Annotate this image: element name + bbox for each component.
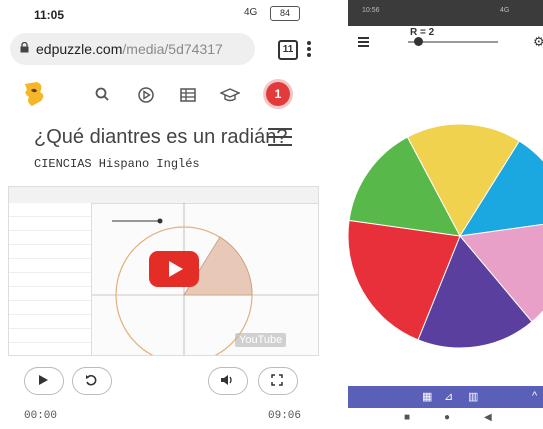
geogebra-algebra-panel: [9, 203, 92, 355]
pie-graphic: [348, 123, 543, 349]
search-icon[interactable]: [93, 85, 113, 105]
status-time: 11:05: [34, 8, 65, 22]
slider-label: R = 2: [410, 27, 435, 38]
url-path: /media/5d74317: [122, 41, 223, 57]
hamburger-menu-icon[interactable]: [268, 128, 292, 152]
page-title: ¿Qué diantres es un radián?: [34, 126, 288, 148]
chevron-up-icon[interactable]: ^: [532, 390, 537, 402]
replay-button[interactable]: [72, 367, 112, 395]
replay-icon: [86, 374, 97, 386]
back-icon[interactable]: ◀: [484, 412, 492, 423]
calculator-icon[interactable]: ▦: [422, 390, 432, 403]
edpuzzle-nav: 1: [0, 75, 325, 113]
slider-handle[interactable]: [414, 37, 423, 46]
right-phone-screen: 10:56 4G R = 2 ⚙ ▦ ⊿ ▥ ^ ■ ● ◀: [348, 0, 543, 429]
video-duration: 09:06: [268, 410, 302, 422]
notification-badge[interactable]: 1: [266, 82, 290, 106]
table-icon[interactable]: ▥: [468, 390, 478, 403]
home-icon[interactable]: ●: [444, 412, 450, 423]
network-indicator: 4G: [244, 7, 258, 18]
gear-icon[interactable]: ⚙: [533, 34, 543, 50]
status-bar: 10:56 4G: [348, 0, 543, 26]
shapes-icon[interactable]: ⊿: [444, 390, 453, 403]
tab-switcher-button[interactable]: 11: [278, 40, 298, 60]
page-subtitle: CIENCIAS Hispano Inglés: [34, 157, 200, 171]
network-indicator: 4G: [500, 7, 510, 14]
lock-icon: [20, 42, 29, 53]
fullscreen-icon: [271, 374, 283, 386]
volume-button[interactable]: [208, 367, 248, 395]
fullscreen-button[interactable]: [258, 367, 298, 395]
edpuzzle-logo-icon[interactable]: [22, 81, 46, 107]
video-player[interactable]: YouTube: [8, 186, 319, 356]
status-time: 10:56: [362, 7, 380, 14]
geogebra-bottom-toolbar: ▦ ⊿ ▥ ^: [348, 386, 543, 408]
graduation-cap-icon[interactable]: [220, 85, 240, 105]
play-button[interactable]: [24, 367, 64, 395]
recents-icon[interactable]: ■: [404, 412, 410, 423]
current-time: 00:00: [24, 410, 58, 422]
gradebook-icon[interactable]: [178, 85, 198, 105]
play-icon: [39, 375, 48, 385]
address-bar[interactable]: edpuzzle.com/media/5d74317: [10, 33, 255, 65]
more-options-icon[interactable]: [306, 40, 312, 58]
left-phone-screen: 11:05 4G 84 edpuzzle.com/media/5d74317 1…: [0, 0, 325, 429]
geogebra-topbar: R = 2 ⚙: [348, 26, 543, 54]
url-text: edpuzzle.com/media/5d74317: [36, 41, 246, 57]
android-nav-bar: ■ ● ◀: [348, 408, 543, 429]
geogebra-toolbar: [9, 187, 318, 204]
hamburger-menu-icon[interactable]: [358, 37, 369, 49]
youtube-play-icon[interactable]: [149, 251, 199, 287]
play-circle-icon[interactable]: [136, 85, 156, 105]
battery-indicator: 84: [270, 6, 300, 21]
url-domain: edpuzzle.com: [36, 41, 123, 57]
youtube-watermark: YouTube: [235, 333, 287, 347]
status-bar: 11:05 4G 84: [0, 0, 325, 28]
volume-icon: [221, 375, 232, 385]
